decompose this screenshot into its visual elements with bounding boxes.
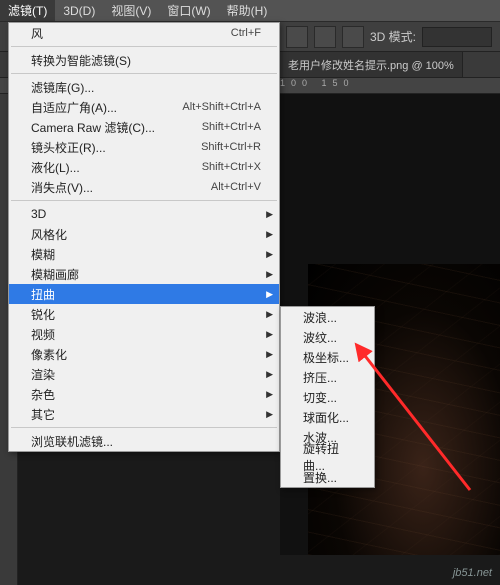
menu-item-camera-raw[interactable]: Camera Raw 滤镜(C)... Shift+Ctrl+A (9, 117, 279, 137)
menu-item-label: 风格化 (31, 226, 67, 243)
menu-filter[interactable]: 滤镜(T) (0, 0, 55, 21)
chevron-right-icon: ▶ (266, 249, 273, 260)
menu-item-liquify[interactable]: 液化(L)... Shift+Ctrl+X (9, 157, 279, 177)
menu-item-other[interactable]: 其它 ▶ (9, 404, 279, 424)
menu-item-3d[interactable]: 3D ▶ (9, 204, 279, 224)
menu-item-label: 转换为智能滤镜(S) (31, 52, 131, 69)
menu-item-noise[interactable]: 杂色 ▶ (9, 384, 279, 404)
menu-item-blur-gallery[interactable]: 模糊画廊 ▶ (9, 264, 279, 284)
submenu-item-wave[interactable]: 波浪... (281, 307, 374, 327)
menu-item-label: 风 (31, 25, 43, 42)
menu-item-distort[interactable]: 扭曲 ▶ (9, 284, 279, 304)
shortcut-text: Shift+Ctrl+R (201, 141, 261, 153)
menu-item-video[interactable]: 视频 ▶ (9, 324, 279, 344)
distort-submenu: 波浪... 波纹... 极坐标... 挤压... 切变... 球面化... 水波… (280, 306, 375, 488)
chevron-right-icon: ▶ (266, 229, 273, 240)
menu-separator (11, 46, 277, 47)
filter-menu: 风 Ctrl+F 转换为智能滤镜(S) 滤镜库(G)... 自适应广角(A)..… (8, 22, 280, 452)
menu-separator (11, 200, 277, 201)
menu-view[interactable]: 视图(V) (103, 0, 159, 21)
menu-item-label: 波浪... (303, 309, 337, 326)
menu-item-label: 3D (31, 207, 46, 221)
menu-item-convert-smart[interactable]: 转换为智能滤镜(S) (9, 50, 279, 70)
menu-item-label: 自适应广角(A)... (31, 99, 117, 116)
menu-item-label: 扭曲 (31, 286, 55, 303)
menu-item-label: Camera Raw 滤镜(C)... (31, 119, 155, 136)
menu-item-lens-correction[interactable]: 镜头校正(R)... Shift+Ctrl+R (9, 137, 279, 157)
menu-item-label: 浏览联机滤镜... (31, 433, 113, 450)
menu-item-label: 像素化 (31, 346, 67, 363)
menu-item-label: 液化(L)... (31, 159, 80, 176)
submenu-item-shear[interactable]: 切变... (281, 387, 374, 407)
chevron-right-icon: ▶ (266, 209, 273, 220)
chevron-right-icon: ▶ (266, 349, 273, 360)
menu-item-label: 视频 (31, 326, 55, 343)
menu-separator (11, 73, 277, 74)
tool-button-a[interactable] (286, 26, 308, 48)
chevron-right-icon: ▶ (266, 369, 273, 380)
chevron-right-icon: ▶ (266, 409, 273, 420)
chevron-right-icon: ▶ (266, 389, 273, 400)
menu-item-label: 消失点(V)... (31, 179, 93, 196)
menu-item-stylize[interactable]: 风格化 ▶ (9, 224, 279, 244)
menu-item-label: 模糊 (31, 246, 55, 263)
shortcut-text: Alt+Ctrl+V (211, 181, 261, 193)
menu-item-label: 波纹... (303, 329, 337, 346)
menu-separator (11, 427, 277, 428)
chevron-right-icon: ▶ (266, 289, 273, 300)
shortcut-text: Alt+Shift+Ctrl+A (182, 101, 261, 113)
shortcut-text: Shift+Ctrl+X (202, 161, 261, 173)
menu-item-label: 镜头校正(R)... (31, 139, 106, 156)
mode-select[interactable] (422, 27, 492, 47)
submenu-item-spherize[interactable]: 球面化... (281, 407, 374, 427)
menu-item-label: 杂色 (31, 386, 55, 403)
menu-item-label: 切变... (303, 389, 337, 406)
menu-item-label: 滤镜库(G)... (31, 79, 94, 96)
tool-button-b[interactable] (314, 26, 336, 48)
chevron-right-icon: ▶ (266, 269, 273, 280)
chevron-right-icon: ▶ (266, 329, 273, 340)
menu-item-vanishing-point[interactable]: 消失点(V)... Alt+Ctrl+V (9, 177, 279, 197)
document-tab[interactable]: 老用户修改姓名提示.png @ 100% (280, 52, 463, 77)
submenu-item-polar[interactable]: 极坐标... (281, 347, 374, 367)
menu-item-label: 渲染 (31, 366, 55, 383)
mode-label: 3D 模式: (370, 28, 416, 45)
menu-item-label: 极坐标... (303, 349, 349, 366)
menu-item-label: 置换... (303, 469, 337, 486)
menu-item-label: 锐化 (31, 306, 55, 323)
shortcut-text: Shift+Ctrl+A (202, 121, 261, 133)
menu-item-sharpen[interactable]: 锐化 ▶ (9, 304, 279, 324)
menu-item-pixelate[interactable]: 像素化 ▶ (9, 344, 279, 364)
menu-item-label: 球面化... (303, 409, 349, 426)
menu-window[interactable]: 窗口(W) (159, 0, 218, 21)
chevron-right-icon: ▶ (266, 309, 273, 320)
submenu-item-ripple[interactable]: 波纹... (281, 327, 374, 347)
menu-item-blur[interactable]: 模糊 ▶ (9, 244, 279, 264)
menu-item-label: 模糊画廊 (31, 266, 79, 283)
menu-item-render[interactable]: 渲染 ▶ (9, 364, 279, 384)
menu-item-last-filter[interactable]: 风 Ctrl+F (9, 23, 279, 43)
watermark-text: jb51.net (453, 567, 492, 579)
shortcut-text: Ctrl+F (231, 27, 261, 39)
menu-item-label: 挤压... (303, 369, 337, 386)
submenu-item-twirl[interactable]: 旋转扭曲... (281, 447, 374, 467)
menu-help[interactable]: 帮助(H) (219, 0, 276, 21)
submenu-item-pinch[interactable]: 挤压... (281, 367, 374, 387)
tool-button-c[interactable] (342, 26, 364, 48)
menu-item-label: 其它 (31, 406, 55, 423)
menu-item-browse-online[interactable]: 浏览联机滤镜... (9, 431, 279, 451)
submenu-item-displace[interactable]: 置换... (281, 467, 374, 487)
menu-item-filter-gallery[interactable]: 滤镜库(G)... (9, 77, 279, 97)
menu-3d[interactable]: 3D(D) (55, 0, 103, 21)
menu-item-adaptive-wide[interactable]: 自适应广角(A)... Alt+Shift+Ctrl+A (9, 97, 279, 117)
menubar: 滤镜(T) 3D(D) 视图(V) 窗口(W) 帮助(H) (0, 0, 500, 22)
